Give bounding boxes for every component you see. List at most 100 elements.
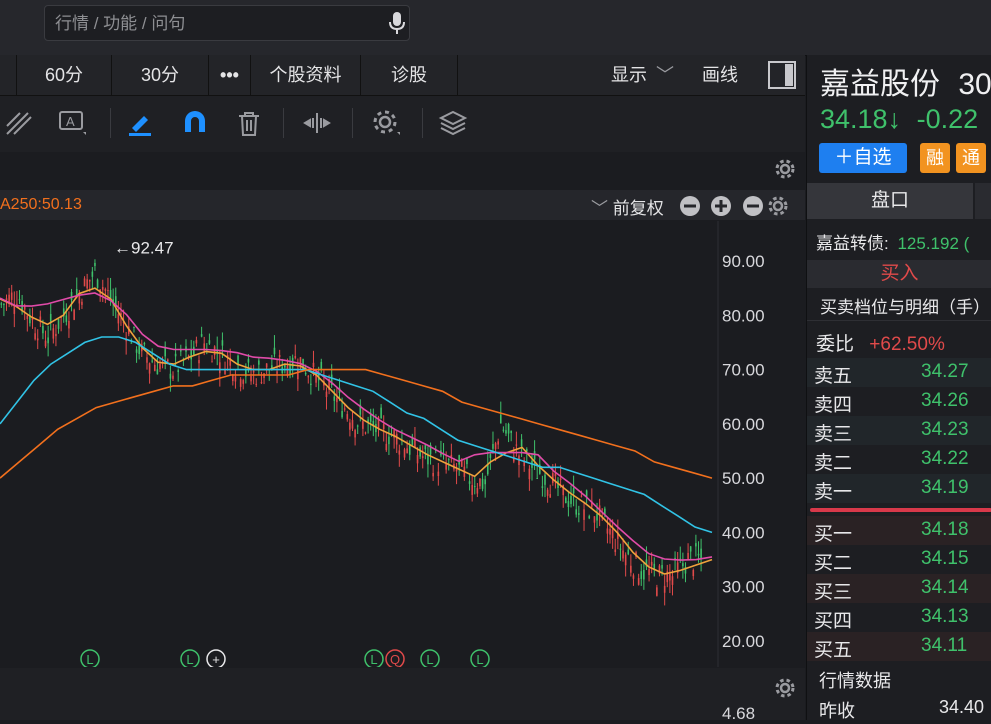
candle-body [174,353,177,357]
chevron-down-icon: ﹀ [656,65,675,85]
candle-body [580,495,583,497]
candle-body [143,342,146,345]
candle-body [94,262,96,266]
candle-body [146,357,148,363]
ma-line-short [0,287,713,575]
candle-body [601,508,604,510]
candle-body [432,472,434,477]
tab-more[interactable]: ••• [209,55,251,95]
candle-body [502,429,505,431]
highlighter-icon[interactable] [125,108,155,138]
candle-body [234,376,237,382]
tab-hidden-left[interactable] [0,55,17,95]
event-marker-label: Q [390,652,400,667]
candle-body [343,408,346,410]
adjust-dropdown[interactable]: ﹀ 前复权 [591,194,664,219]
bid-level-row[interactable]: 买一 34.18 [807,516,991,545]
draw-line-button[interactable]: 画线 [702,55,738,95]
tab-30min[interactable]: 30分 [112,55,209,95]
tab-diagnosis[interactable]: 诊股 [361,55,458,95]
bid-level-label: 买四 [814,611,853,632]
text-annotation-icon[interactable]: A [57,108,87,138]
collapse-icon[interactable] [743,196,763,216]
candle-body [159,364,161,369]
zoom-out-icon[interactable] [680,196,700,216]
price-chart-svg[interactable]: 90.00 80.00 70.00 60.00 50.00 40.00 30.00 20.00… [0,221,805,669]
candle-body [169,373,172,379]
candle-body [385,443,388,451]
candle-body [117,314,120,324]
candle-body [492,444,494,449]
kline-chart[interactable]: 90.00 80.00 70.00 60.00 50.00 40.00 30.00 20.00… [0,221,805,669]
display-menu[interactable]: 显示 ﹀ [611,55,674,95]
candle-body [362,421,364,429]
ma-line-long [0,336,713,534]
candle-body [91,271,94,277]
candle-body [200,334,203,337]
tab-next[interactable] [975,183,991,219]
ma250-value: A250:50.13 [0,196,82,213]
measure-icon[interactable] [302,108,332,138]
tab-company-profile[interactable]: 个股资料 [251,55,361,95]
candle-body [536,477,538,479]
gear-icon[interactable] [774,158,796,180]
candle-body [546,489,549,496]
last-price: 34.18↓ [820,104,902,134]
panel-toggle-icon[interactable] [768,61,796,89]
search-box[interactable] [44,5,410,42]
gear-icon[interactable] [774,677,796,699]
magnet-icon[interactable] [180,108,210,138]
y-tick-label: 30.00 [722,578,765,597]
tab-60min[interactable]: 60分 [17,55,112,95]
candle-body [507,423,510,434]
candle-body [572,488,575,494]
gear-icon[interactable] [768,196,788,216]
candle-body [151,360,153,362]
toolbar-divider [110,108,111,138]
bid-level-row[interactable]: 买三 34.14 [807,574,991,603]
ask-level-row[interactable]: 卖三 34.23 [807,416,991,445]
candle-body [190,350,193,360]
layers-icon[interactable] [438,108,468,138]
candle-body [68,320,70,329]
candle-body [333,396,336,401]
candle-body [643,569,645,580]
quote-panel: 嘉益股份 30 34.18↓ -0.22 ＋自选 融 通 盘口 嘉益转债: 12… [806,55,991,721]
settings-icon[interactable] [371,108,401,138]
candle-body [630,565,632,573]
microphone-icon[interactable] [385,10,409,36]
candle-body [96,279,99,288]
candle-body [172,375,174,379]
candle-body [447,459,450,461]
tab-order-book[interactable]: 盘口 [807,183,973,219]
bid-level-row[interactable]: 买二 34.15 [807,545,991,574]
candle-body [624,554,627,566]
bid-level-label: 买一 [814,524,853,545]
fib-lines-icon[interactable] [4,108,34,138]
candle-body [671,576,674,585]
zoom-in-icon[interactable] [711,196,731,216]
ask-level-row[interactable]: 卖二 34.22 [807,445,991,474]
bid-level-row[interactable]: 买四 34.13 [807,603,991,632]
convertible-bond-row[interactable]: 嘉益转债: 125.192 ( [816,229,969,254]
candle-body [133,326,135,328]
candle-body [258,360,260,365]
candle-body [575,509,578,515]
candle-body [156,369,159,375]
ask-level-row[interactable]: 卖五 34.27 [807,358,991,387]
connect-badge: 通 [956,143,986,173]
candle-body [606,528,609,534]
order-ratio-row: 委比 +62.50% [816,329,945,356]
ask-level-row[interactable]: 卖一 34.19 [807,474,991,503]
add-watchlist-button[interactable]: ＋自选 [819,143,907,173]
ask-level-row[interactable]: 卖四 34.26 [807,387,991,416]
trash-icon[interactable] [234,108,264,138]
search-input[interactable] [53,6,377,42]
candle-body [232,375,234,382]
candle-body [611,529,614,539]
candle-body [656,587,658,596]
bid-level-row[interactable]: 买五 34.11 [807,632,991,661]
candle-body [211,361,213,363]
candle-body [468,481,471,484]
buy-button[interactable]: 买入 [807,260,991,288]
